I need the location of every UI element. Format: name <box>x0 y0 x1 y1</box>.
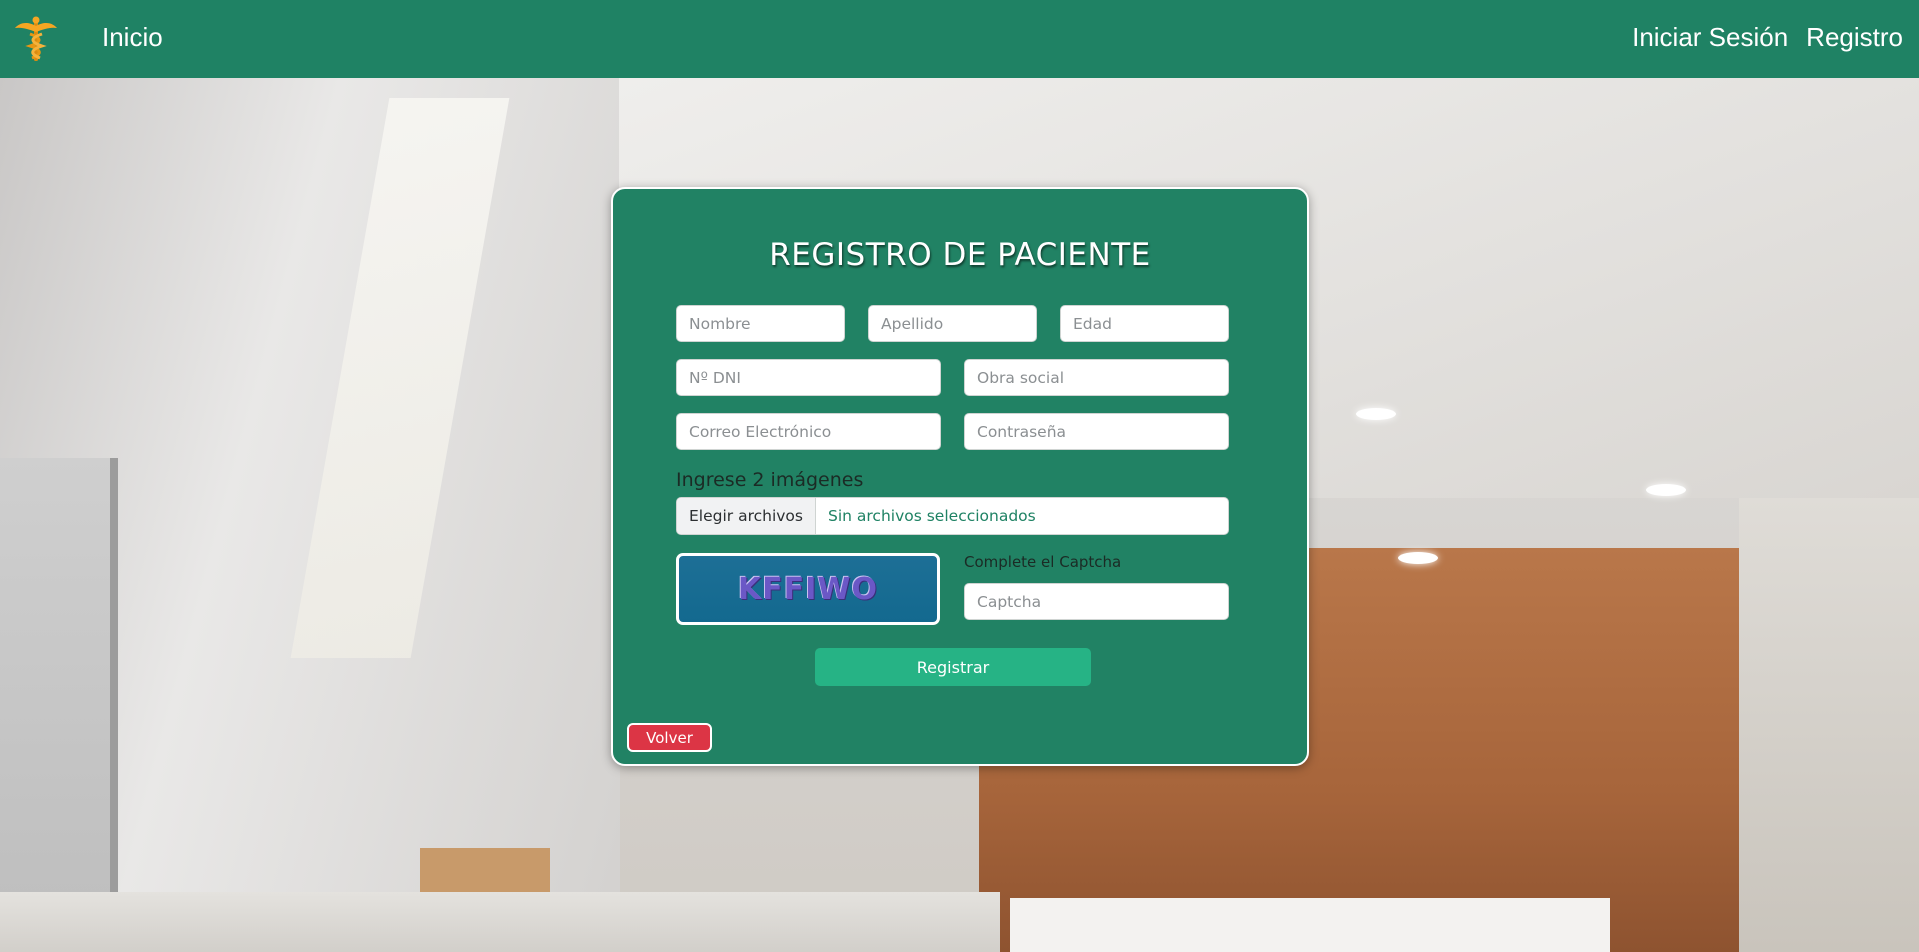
top-navbar: Inicio Iniciar Sesión Registro <box>0 0 1919 78</box>
captcha-label: Complete el Captcha <box>964 553 1122 571</box>
captcha-input[interactable] <box>964 583 1229 620</box>
email-input[interactable] <box>676 413 941 450</box>
register-button[interactable]: Registrar <box>815 648 1091 686</box>
nav-login-link[interactable]: Iniciar Sesión <box>1632 22 1788 53</box>
insurance-input[interactable] <box>964 359 1229 396</box>
nav-auth-links: Iniciar Sesión Registro <box>1632 22 1903 53</box>
nav-register-link[interactable]: Registro <box>1806 22 1903 53</box>
captcha-image: KFFIWO <box>676 553 940 625</box>
patient-registration-card: REGISTRO DE PACIENTE Ingrese 2 imágenes … <box>611 187 1309 766</box>
choose-files-button[interactable]: Elegir archivos <box>677 498 816 534</box>
back-button[interactable]: Volver <box>627 723 712 752</box>
last-name-input[interactable] <box>868 305 1037 342</box>
caduceus-icon[interactable] <box>14 16 58 62</box>
form-title: REGISTRO DE PACIENTE <box>769 237 1151 273</box>
images-label: Ingrese 2 imágenes <box>676 469 864 491</box>
file-status-text: Sin archivos seleccionados <box>828 507 1036 525</box>
nav-home-link[interactable]: Inicio <box>102 22 163 53</box>
age-input[interactable] <box>1060 305 1229 342</box>
dni-input[interactable] <box>676 359 941 396</box>
file-upload-field[interactable]: Elegir archivos Sin archivos seleccionad… <box>676 497 1229 535</box>
first-name-input[interactable] <box>676 305 845 342</box>
password-input[interactable] <box>964 413 1229 450</box>
captcha-code: KFFIWO <box>738 571 878 607</box>
